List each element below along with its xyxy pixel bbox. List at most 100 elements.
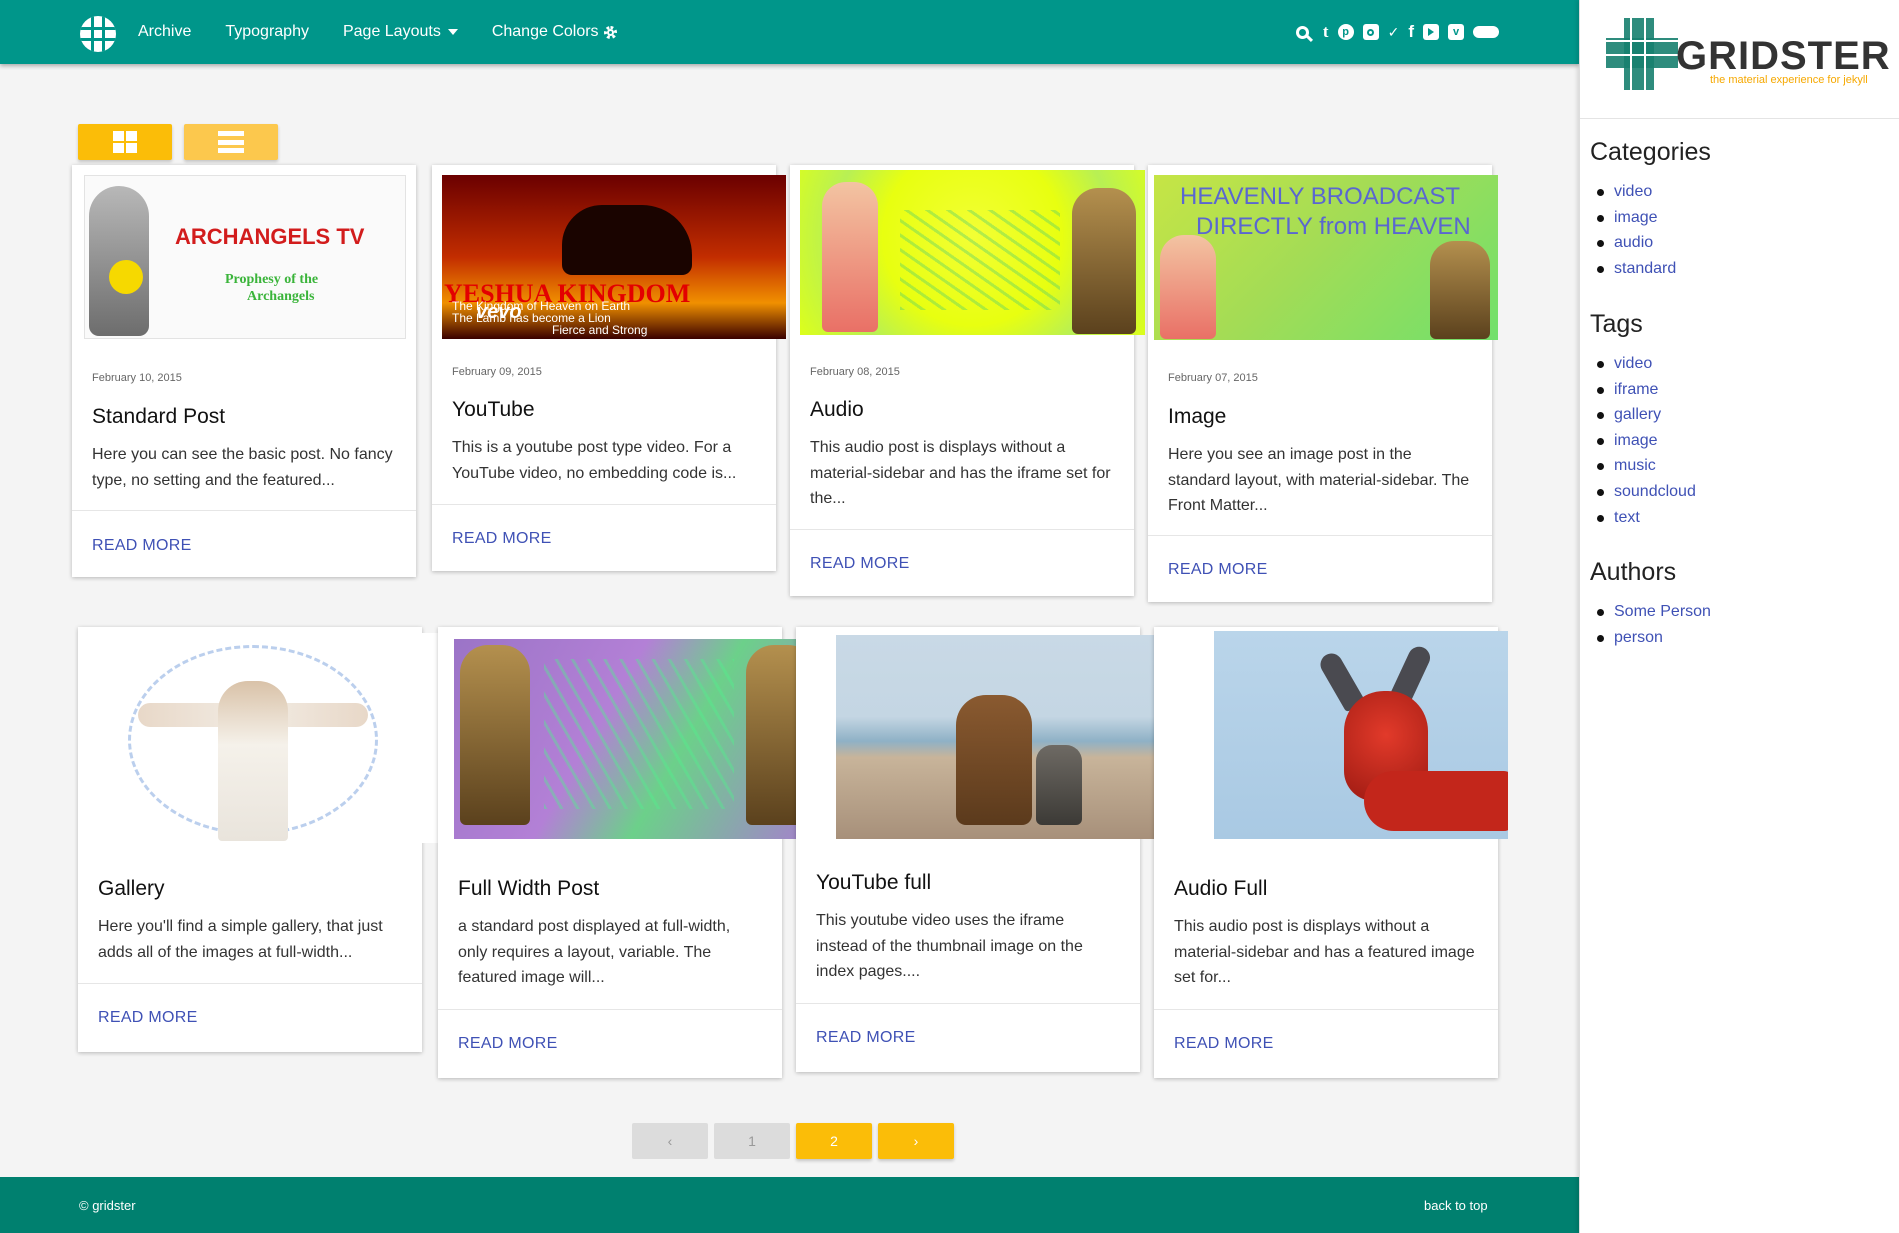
post-thumbnail[interactable]: ARCHANGELS TV Prophesy of the Archangels [84,175,406,339]
nav-change-colors[interactable]: Change Colors [492,23,617,41]
youtube-icon[interactable] [1423,24,1439,40]
card-divider [72,510,416,511]
back-to-top-link[interactable]: back to top [1424,1198,1488,1213]
post-thumbnail[interactable]: YESHUA KINGDOM The Kingdom of Heaven on … [442,175,786,339]
read-more-link[interactable]: READ MORE [458,1035,558,1053]
angel-figure-left [1160,235,1216,339]
angel-statue-right [1430,241,1490,339]
texture-overlay [900,210,1060,310]
post-title[interactable]: YouTube full [816,871,931,895]
read-more-link[interactable]: READ MORE [1168,561,1268,579]
lion-silhouette [562,205,692,275]
nav-page-layouts-dropdown[interactable]: Page Layouts [343,23,458,41]
tag-link[interactable]: video [1590,351,1696,377]
brand-grid-logo-icon [1600,18,1680,90]
post-title[interactable]: Image [1168,405,1226,429]
read-more-link[interactable]: READ MORE [92,537,192,555]
thumbnail-line1: Prophesy of the [225,272,319,287]
post-title[interactable]: Full Width Post [458,877,599,901]
author-link[interactable]: person [1590,625,1711,651]
brand-subtitle: the material experience for jekyll [1710,74,1868,86]
post-title[interactable]: Audio Full [1174,877,1267,901]
read-more-link[interactable]: READ MORE [810,555,910,573]
soundcloud-icon[interactable] [1473,26,1499,38]
tag-link[interactable]: iframe [1590,377,1696,403]
post-thumbnail[interactable]: HEAVENLY BROADCAST DIRECTLY from HEAVEN [1154,175,1498,340]
tags-list: video iframe gallery image music soundcl… [1590,351,1696,530]
vevo-badge: vevo [476,301,522,323]
post-card-gallery: Gallery Here you'll find a simple galler… [78,627,442,1052]
twitter-icon[interactable]: ✓ [1388,24,1400,40]
grid-view-button[interactable] [78,124,172,160]
categories-list: video image audio standard [1590,179,1711,281]
card-divider [1148,535,1492,536]
tag-link[interactable]: image [1590,428,1696,454]
post-title[interactable]: Gallery [98,877,165,901]
read-more-link[interactable]: READ MORE [452,530,552,548]
nav-typography-label: Typography [225,23,309,40]
pagination-page-1[interactable]: 1 [714,1123,790,1159]
post-thumbnail[interactable] [836,635,1200,839]
angel-statue-left [460,645,530,825]
post-excerpt: a standard post displayed at full-width,… [458,918,731,987]
list-view-button[interactable] [184,124,278,160]
pagination-next-button[interactable]: › [878,1123,954,1159]
footer-copyright: © gridster [79,1198,136,1213]
search-icon[interactable] [1295,25,1309,39]
figure-robe [218,681,288,841]
read-more-link[interactable]: READ MORE [98,1009,198,1027]
pagination-prev-button[interactable]: ‹ [632,1123,708,1159]
material-sidebar: GRIDSTER the material experience for jek… [1579,0,1899,1233]
tumblr-icon[interactable]: t [1323,22,1329,41]
sidebar-authors: Authors Some Person person [1590,558,1711,650]
post-thumbnail[interactable] [800,170,1145,335]
tag-link[interactable]: soundcloud [1590,479,1696,505]
nav-links: Archive Typography Page Layouts Change C… [138,0,651,64]
post-excerpt: This youtube video uses the iframe inste… [816,912,1083,981]
nav-archive[interactable]: Archive [138,23,191,41]
post-thumbnail[interactable] [78,633,442,843]
tag-link[interactable]: music [1590,453,1696,479]
post-title[interactable]: YouTube [452,398,535,422]
facebook-icon[interactable]: f [1408,22,1414,41]
card-divider [1154,1009,1498,1010]
read-more-link[interactable]: READ MORE [1174,1035,1274,1053]
thumbnail-heading: ARCHANGELS TV [175,224,365,249]
tag-link[interactable]: gallery [1590,402,1696,428]
site-footer: © gridster back to top [0,1177,1579,1233]
texture-overlay [544,659,734,809]
post-excerpt: This audio post is displays without a ma… [1174,918,1475,987]
category-link[interactable]: image [1590,205,1711,231]
post-thumbnail[interactable] [454,639,824,839]
category-link[interactable]: audio [1590,230,1711,256]
pinterest-icon[interactable]: p [1337,24,1354,40]
gridster-logo-icon[interactable] [80,16,116,52]
post-date: February 07, 2015 [1168,372,1258,384]
post-card-youtube: YESHUA KINGDOM The Kingdom of Heaven on … [432,165,786,571]
nav-typography[interactable]: Typography [225,23,309,41]
thumbnail-line3: Fierce and Strong [552,323,648,337]
pagination: ‹ 1 2 › [632,1123,960,1159]
vimeo-icon[interactable]: v [1448,24,1464,40]
post-title[interactable]: Standard Post [92,405,225,429]
categories-heading: Categories [1590,138,1711,166]
post-title[interactable]: Audio [810,398,864,422]
sun-shape [109,260,143,294]
post-card-image: HEAVENLY BROADCAST DIRECTLY from HEAVEN … [1148,165,1498,602]
instagram-icon[interactable] [1362,24,1379,40]
post-excerpt: This is a youtube post type video. For a… [452,439,737,482]
card-divider [796,1003,1140,1004]
pagination-page-2-current[interactable]: 2 [796,1123,872,1159]
category-link[interactable]: standard [1590,256,1711,282]
author-link[interactable]: Some Person [1590,599,1711,625]
category-link[interactable]: video [1590,179,1711,205]
read-more-link[interactable]: READ MORE [816,1029,916,1047]
nav-archive-label: Archive [138,23,192,40]
tags-heading: Tags [1590,310,1643,338]
post-thumbnail[interactable] [1214,631,1508,839]
tag-link[interactable]: text [1590,505,1696,531]
post-card-full-width: Full Width Post a standard post displaye… [438,627,824,1078]
authors-heading: Authors [1590,558,1677,586]
post-excerpt: Here you see an image post in the standa… [1168,446,1470,515]
gridster-brand[interactable]: GRIDSTER the material experience for jek… [1600,16,1890,96]
